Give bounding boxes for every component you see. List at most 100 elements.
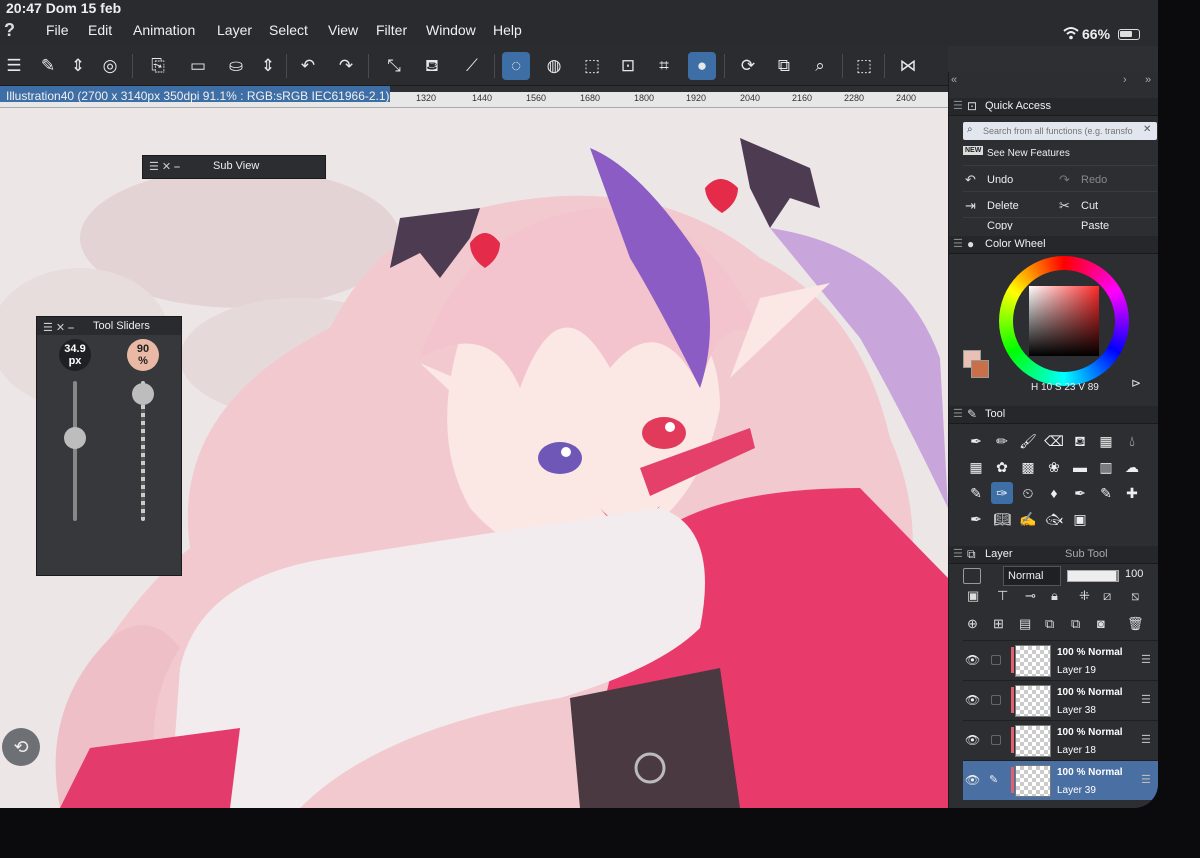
layer-panel-header[interactable]: ☰ ⧉ Layer Sub Tool <box>949 546 1158 564</box>
select-all-icon[interactable]: ⬚ <box>850 52 878 80</box>
grip-icon[interactable]: ☰ <box>953 547 963 560</box>
delete-label[interactable]: Delete <box>987 200 1019 212</box>
book-icon[interactable]: 📖︎ <box>991 508 1013 530</box>
clear-icon[interactable]: ⤡ <box>380 52 408 80</box>
merge-icon[interactable]: ⧉ <box>1071 616 1080 632</box>
cut-label[interactable]: Cut <box>1081 200 1098 212</box>
rotate-icon[interactable]: ⟳ <box>734 52 762 80</box>
menu-help[interactable]: Help <box>493 22 522 38</box>
fill-icon[interactable]: ⛾ <box>1069 430 1091 452</box>
grip-icon[interactable]: ☰ <box>953 407 963 420</box>
layer-menu-icon[interactable]: ☰ <box>1141 653 1151 666</box>
trash-icon[interactable]: 🗑︎ <box>1127 616 1144 632</box>
transfer-down-icon[interactable]: ⧉ <box>1045 616 1054 632</box>
brush-icon[interactable]: 🖌︎ <box>1017 430 1039 452</box>
flip-icon[interactable]: ⋈ <box>894 52 922 80</box>
chevron-right-icon[interactable]: › <box>1123 74 1127 86</box>
transform-icon[interactable]: ⌗ <box>650 52 678 80</box>
modify-icon[interactable]: ✎ <box>34 52 62 80</box>
color-mode-icon[interactable]: ● <box>688 52 716 80</box>
layer-copy-icon[interactable]: ⧉ <box>770 52 798 80</box>
collapse-right-icon[interactable]: » <box>1145 74 1151 86</box>
ink-icon[interactable]: ✒ <box>965 508 987 530</box>
grid-icon[interactable]: ▦ <box>965 456 987 478</box>
sub-color-swatch[interactable] <box>971 360 989 378</box>
clock-icon[interactable]: ⏲︎ <box>1017 482 1039 504</box>
lock-transparent-icon[interactable]: ⊤ <box>997 588 1008 604</box>
new-raster-layer-icon[interactable]: ⊕ <box>967 616 978 632</box>
layer-color-box[interactable] <box>963 568 981 584</box>
eye-icon[interactable]: 👁︎ <box>965 733 980 747</box>
palette-controls-icon[interactable]: ☰ ✕ ⎯ <box>43 321 74 335</box>
redo-icon[interactable]: ↷ <box>332 52 360 80</box>
gpen-icon[interactable]: ✎ <box>965 482 987 504</box>
layer-row[interactable]: 👁︎ 100 % Normal Layer 19 ☰ <box>963 640 1158 680</box>
lock-icon[interactable]: 🔒︎ <box>1051 588 1058 604</box>
layer-opacity-slider[interactable] <box>1067 570 1119 582</box>
menu-window[interactable]: Window <box>426 22 476 38</box>
undo-icon[interactable]: ↶ <box>294 52 322 80</box>
document-tab[interactable]: Illustration40 (2700 x 3140px 350dpi 91.… <box>0 86 390 103</box>
blue-pen-icon[interactable]: ✎ <box>1095 482 1117 504</box>
brush-opacity-thumb[interactable] <box>132 383 154 405</box>
undo-label[interactable]: Undo <box>987 174 1013 186</box>
play-icon[interactable]: ⊳ <box>1131 376 1141 390</box>
pencil-icon[interactable]: ✏ <box>991 430 1013 452</box>
layer-mask-icon[interactable]: ◙ <box>1097 616 1105 631</box>
subview-palette[interactable]: ☰ ✕ ⎯ Sub View <box>142 155 326 179</box>
eye-icon[interactable]: 👁︎ <box>965 773 980 787</box>
transform-handle-icon[interactable]: ⟲ <box>2 728 40 766</box>
search-input[interactable] <box>983 125 1133 137</box>
new-folder-icon[interactable]: ▤ <box>1019 616 1031 632</box>
menu-select[interactable]: Select <box>269 22 308 38</box>
layer-tab[interactable]: Layer <box>985 548 1013 560</box>
menu-file[interactable]: File <box>46 22 69 38</box>
tool-sliders-palette[interactable]: ☰ ✕ ⎯ Tool Sliders 34.9 px 90 % <box>36 316 182 576</box>
gem-icon[interactable]: ♦ <box>1043 482 1065 504</box>
fill-bucket-icon[interactable]: ⛾ <box>418 52 446 80</box>
eraser-icon[interactable]: ⌫ <box>1043 430 1065 452</box>
brush-size-thumb[interactable] <box>64 427 86 449</box>
brush-size-slider[interactable] <box>73 381 77 521</box>
eye-icon[interactable]: 👁︎ <box>965 653 980 667</box>
palette-controls-icon[interactable]: ☰ ✕ ⎯ <box>149 160 180 174</box>
color-wheel-header[interactable]: ☰ ● Color Wheel <box>949 236 1158 254</box>
layer-menu-icon[interactable]: ☰ <box>1141 693 1151 706</box>
save-icon[interactable]: ⛀ <box>222 52 250 80</box>
blend-mode-select[interactable]: Normal <box>1003 566 1061 586</box>
see-new-features-row[interactable]: NEW See New Features <box>963 142 1157 166</box>
tool-sliders-header[interactable]: ☰ ✕ ⎯ Tool Sliders <box>37 317 181 335</box>
selection-launcher-icon[interactable]: ◌ <box>502 52 530 80</box>
blend-icon[interactable]: 💧︎ <box>1121 430 1143 452</box>
redo-label[interactable]: Redo <box>1081 174 1107 186</box>
menu-layer[interactable]: Layer <box>217 22 252 38</box>
reference-layer-icon[interactable]: ▣ <box>967 588 979 604</box>
zoom-icon[interactable]: ⌕ <box>806 52 834 80</box>
menu-edit[interactable]: Edit <box>88 22 112 38</box>
layer-lock-box[interactable] <box>991 655 1001 665</box>
open-folder-icon[interactable]: ▭ <box>184 52 212 80</box>
fit-icon[interactable]: ⊡ <box>614 52 642 80</box>
delete-icon[interactable]: ⇥ <box>965 198 976 214</box>
new-vector-layer-icon[interactable]: ⊞ <box>993 616 1004 632</box>
paste-label[interactable]: Paste <box>1081 220 1109 230</box>
marker-icon[interactable]: ✒ <box>1069 482 1091 504</box>
clip-icon[interactable]: ⊸ <box>1025 588 1036 604</box>
eye-icon[interactable]: 👁︎ <box>965 693 980 707</box>
fish-icon[interactable]: 🐟︎ <box>1043 508 1065 530</box>
redo-icon[interactable]: ↷ <box>1059 172 1070 188</box>
app-badge-icon[interactable]: ◎ <box>96 52 124 80</box>
layer-row[interactable]: 👁︎ 100 % Normal Layer 18 ☰ <box>963 720 1158 760</box>
paper-icon[interactable]: ▥ <box>1095 456 1117 478</box>
plus-icon[interactable]: ✚ <box>1121 482 1143 504</box>
quick-access-header[interactable]: ☰ ⊡ Quick Access <box>949 98 1158 116</box>
pattern-icon[interactable]: ▦ <box>1095 430 1117 452</box>
layer-row[interactable]: 👁︎ 100 % Normal Layer 38 ☰ <box>963 680 1158 720</box>
lasso-icon[interactable]: ◍ <box>540 52 568 80</box>
app-logo-icon[interactable]: ? <box>4 20 24 40</box>
layer-lock-box[interactable] <box>991 695 1001 705</box>
cloud-icon[interactable]: ☁︎ <box>1121 456 1143 478</box>
layer-menu-icon[interactable]: ☰ <box>1141 733 1151 746</box>
layer-menu-icon[interactable]: ☰ <box>1141 773 1151 786</box>
menu-view[interactable]: View <box>328 22 358 38</box>
